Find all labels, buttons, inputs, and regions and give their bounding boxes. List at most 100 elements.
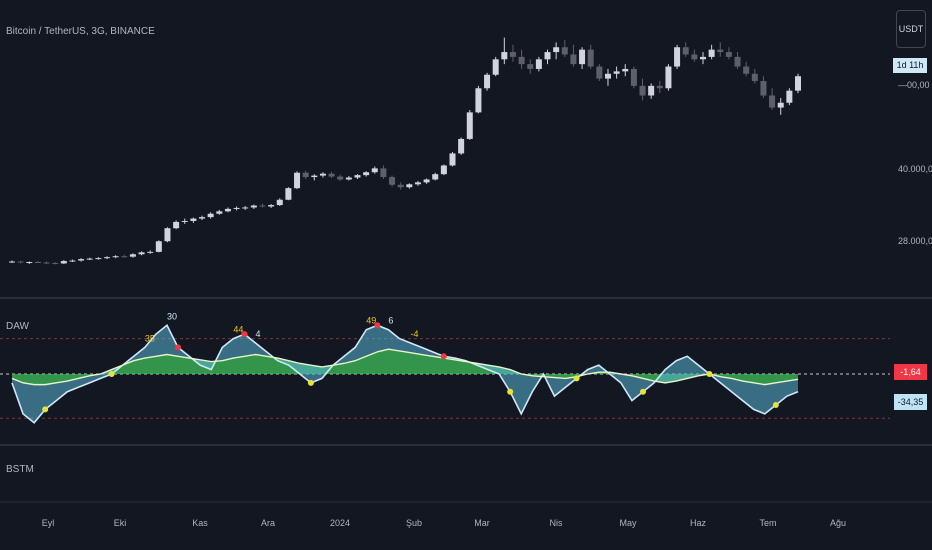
- signal-marker: [440, 353, 447, 360]
- candle-body: [112, 256, 119, 258]
- candle-body: [717, 49, 724, 53]
- candle-body: [786, 90, 793, 103]
- candle-body: [60, 261, 67, 264]
- candle-body: [397, 184, 404, 188]
- candle-body: [9, 261, 15, 263]
- candle-body: [216, 211, 223, 214]
- candle-body: [328, 173, 335, 177]
- candle-body: [242, 207, 249, 209]
- signal-marker: [42, 406, 49, 413]
- signal-marker: [507, 388, 514, 395]
- annotation-label: 35: [145, 333, 155, 343]
- candle-body: [518, 56, 525, 65]
- candle-body: [751, 73, 758, 82]
- time-axis-label: Nis: [549, 518, 563, 528]
- annotation-label: 30: [167, 311, 177, 321]
- candle-countdown-tag: 1d 11h: [893, 58, 927, 73]
- candle-body: [414, 182, 421, 185]
- candle-body: [622, 68, 629, 72]
- candle-body: [760, 81, 767, 96]
- candle-body: [259, 205, 266, 207]
- time-axis-label: 2024: [329, 518, 351, 528]
- candle-body: [104, 257, 111, 259]
- time-axis-label: Eki: [113, 518, 127, 528]
- candle-body: [777, 102, 784, 108]
- time-axis-label: Eyl: [41, 518, 55, 528]
- time-axis-label: Ara: [260, 518, 276, 528]
- candle-body: [302, 172, 309, 178]
- candle-body: [190, 218, 197, 221]
- candle-body: [509, 52, 516, 57]
- annotation-label: 4: [256, 329, 261, 339]
- candle-body: [527, 64, 534, 69]
- price-label-40000: 40.000,00: [898, 164, 932, 174]
- annotation-label: -4: [411, 329, 419, 339]
- candle-body: [544, 52, 551, 60]
- symbol-title: Bitcoin / TetherUS, 3G, BINANCE: [6, 26, 155, 37]
- annotation-label: 49: [366, 316, 376, 326]
- candle-body: [121, 256, 128, 258]
- time-axis-label: May: [619, 518, 637, 528]
- candle-body: [207, 213, 214, 218]
- candle-body: [699, 56, 706, 60]
- candle-body: [484, 74, 491, 89]
- candle-body: [285, 188, 292, 200]
- candle-body: [138, 252, 145, 255]
- daw-indicator-title[interactable]: DAW: [6, 321, 29, 332]
- candle-body: [682, 47, 689, 55]
- plot-area: [0, 0, 890, 550]
- candle-body: [708, 49, 715, 57]
- candle-body: [95, 258, 102, 260]
- signal-marker: [175, 344, 182, 351]
- candle-body: [173, 221, 180, 229]
- candle-body: [233, 207, 240, 209]
- candle-body: [363, 172, 370, 176]
- candle-body: [345, 177, 352, 180]
- candle-body: [294, 172, 301, 189]
- candle-body: [492, 59, 499, 75]
- currency-button[interactable]: USDT: [896, 10, 926, 48]
- time-axis-label: Tem: [759, 518, 777, 528]
- candle-body: [389, 177, 396, 185]
- candle-body: [630, 68, 637, 86]
- candle-body: [52, 262, 59, 264]
- candle-body: [734, 56, 741, 67]
- candle-body: [406, 184, 413, 188]
- candle-body: [691, 54, 698, 60]
- annotation-label: 6: [388, 316, 393, 326]
- price-label-partial: —00,00: [898, 80, 930, 90]
- candle-body: [354, 175, 361, 178]
- candle-body: [380, 168, 387, 178]
- signal-marker: [640, 388, 647, 395]
- candle-body: [596, 66, 603, 79]
- signal-marker: [307, 379, 314, 386]
- candle-body: [570, 54, 577, 65]
- candle-body: [155, 241, 162, 252]
- chart-canvas: 353044 449 6-4: [0, 0, 932, 550]
- annotation-label: 44: [233, 325, 243, 335]
- time-axis-label: Haz: [689, 518, 707, 528]
- candle-body: [17, 261, 24, 263]
- signal-marker: [772, 402, 779, 408]
- daw-indicator[interactable]: 353044 449 6-4: [0, 311, 890, 424]
- daw-value-blue-tag: -34,35: [894, 394, 927, 410]
- candle-body: [561, 47, 568, 55]
- candle-body: [199, 217, 206, 219]
- bstm-indicator-title[interactable]: BSTM: [6, 464, 34, 475]
- candle-body: [337, 176, 344, 180]
- candle-body: [466, 112, 473, 139]
- candle-body: [34, 262, 41, 263]
- candlestick-series[interactable]: [9, 37, 801, 265]
- candle-body: [604, 73, 611, 79]
- pane-dividers: [0, 0, 932, 550]
- candle-body: [579, 49, 586, 65]
- candle-body: [432, 174, 439, 180]
- candle-body: [458, 138, 465, 154]
- candle-body: [535, 59, 542, 69]
- candle-body: [795, 76, 801, 91]
- candle-body: [69, 260, 76, 262]
- time-axis-label: Şub: [405, 518, 423, 528]
- signal-marker: [108, 371, 115, 377]
- candle-body: [181, 220, 188, 222]
- candle-body: [311, 175, 318, 178]
